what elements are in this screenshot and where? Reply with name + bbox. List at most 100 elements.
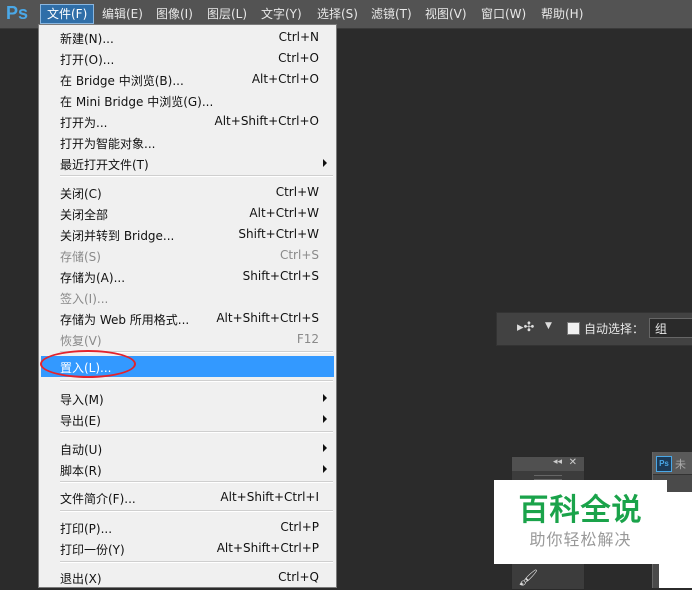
submenu-arrow-icon <box>323 444 327 452</box>
menu-item-shortcut: Alt+Shift+Ctrl+O <box>214 114 319 128</box>
menu-item-label: 退出(X) <box>60 572 102 586</box>
panel-strip-header: ◂◂ ✕ <box>512 457 584 471</box>
menu-item-label: 打印(P)... <box>60 522 113 536</box>
ps-document-icon: Ps <box>656 456 672 472</box>
move-tool-icon[interactable]: ▸✣ <box>517 320 534 335</box>
menu-item-print[interactable]: 打印(P)... Ctrl+P <box>41 517 334 537</box>
menu-item-save-for-web[interactable]: 存储为 Web 所用格式... Alt+Shift+Ctrl+S <box>41 308 334 328</box>
menu-item-shortcut: Ctrl+N <box>278 30 319 44</box>
menu-item-open[interactable]: 打开(O)... Ctrl+O <box>41 48 334 68</box>
options-bar: ▸✣ ▼ 自动选择： 组 <box>496 312 692 346</box>
menu-item-shortcut: Alt+Shift+Ctrl+I <box>220 490 319 504</box>
auto-select-target-select[interactable]: 组 <box>649 318 692 338</box>
menu-item-label: 关闭并转到 Bridge... <box>60 229 175 243</box>
annotation-ellipse <box>40 350 136 378</box>
menu-item-save-as[interactable]: 存储为(A)... Shift+Ctrl+S <box>41 266 334 286</box>
menu-image[interactable]: 图像(I) <box>150 4 199 24</box>
menu-item-shortcut: Shift+Ctrl+W <box>238 227 319 241</box>
menu-item-open-as[interactable]: 打开为... Alt+Shift+Ctrl+O <box>41 111 334 131</box>
menu-item-label: 导出(E) <box>60 414 101 428</box>
menu-item-shortcut: Ctrl+O <box>278 51 319 65</box>
menu-separator <box>60 431 333 433</box>
menu-item-label: 存储为 Web 所用格式... <box>60 313 190 327</box>
menu-item-label: 新建(N)... <box>60 32 114 46</box>
menu-item-export[interactable]: 导出(E) <box>41 409 334 429</box>
menu-edit[interactable]: 编辑(E) <box>96 4 149 24</box>
menu-item-check-in: 签入(I)... <box>41 287 334 307</box>
menu-item-label: 脚本(R) <box>60 464 102 478</box>
close-panel-icon[interactable]: ✕ <box>569 457 577 468</box>
menu-file[interactable]: 文件(F) <box>40 4 95 24</box>
brush-tool-icon[interactable]: 🖌 <box>518 568 538 587</box>
menu-item-revert: 恢复(V) F12 <box>41 329 334 349</box>
menu-separator <box>60 510 333 512</box>
submenu-arrow-icon <box>323 415 327 423</box>
menu-item-open-recent[interactable]: 最近打开文件(T) <box>41 153 334 173</box>
menu-item-label: 打开为智能对象... <box>60 137 156 151</box>
menu-item-shortcut: Ctrl+W <box>275 185 319 199</box>
menu-help[interactable]: 帮助(H) <box>535 4 589 24</box>
collapse-panel-icon[interactable]: ◂◂ <box>553 457 562 467</box>
menu-item-file-info[interactable]: 文件简介(F)... Alt+Shift+Ctrl+I <box>41 487 334 507</box>
auto-select-checkbox[interactable] <box>567 322 580 335</box>
menu-item-label: 关闭全部 <box>60 208 109 222</box>
menu-item-open-smart-object[interactable]: 打开为智能对象... <box>41 132 334 152</box>
menu-item-label: 自动(U) <box>60 443 103 457</box>
menu-item-shortcut: Alt+Shift+Ctrl+S <box>216 311 319 325</box>
menu-item-close[interactable]: 关闭(C) Ctrl+W <box>41 182 334 202</box>
menu-separator <box>60 481 333 483</box>
menu-item-shortcut: F12 <box>296 332 319 346</box>
menu-item-save: 存储(S) Ctrl+S <box>41 245 334 265</box>
menu-filter[interactable]: 滤镜(T) <box>365 4 418 24</box>
menu-type[interactable]: 文字(Y) <box>255 4 308 24</box>
file-menu-dropdown: 新建(N)... Ctrl+N 打开(O)... Ctrl+O 在 Bridge… <box>38 24 337 588</box>
submenu-arrow-icon <box>323 465 327 473</box>
menu-item-label: 签入(I)... <box>60 292 109 306</box>
menu-item-shortcut: Alt+Ctrl+O <box>251 72 319 86</box>
menu-item-label: 存储(S) <box>60 250 101 264</box>
menu-item-import[interactable]: 导入(M) <box>41 388 334 408</box>
menu-item-browse-mini-bridge[interactable]: 在 Mini Bridge 中浏览(G)... <box>41 90 334 110</box>
menu-item-label: 文件简介(F)... <box>60 492 136 506</box>
menu-item-exit[interactable]: 退出(X) Ctrl+Q <box>41 567 334 587</box>
menu-item-shortcut: Ctrl+P <box>280 520 319 534</box>
auto-select-label: 自动选择： <box>584 322 645 336</box>
menu-item-close-go-bridge[interactable]: 关闭并转到 Bridge... Shift+Ctrl+W <box>41 224 334 244</box>
menu-item-label: 最近打开文件(T) <box>60 158 149 172</box>
submenu-arrow-icon <box>323 394 327 402</box>
menu-item-label: 恢复(V) <box>60 334 102 348</box>
menu-item-scripts[interactable]: 脚本(R) <box>41 459 334 479</box>
menu-item-label: 在 Bridge 中浏览(B)... <box>60 74 184 88</box>
menu-window[interactable]: 窗口(W) <box>475 4 532 24</box>
document-tab[interactable]: Ps 未 <box>653 452 692 475</box>
menu-select[interactable]: 选择(S) <box>311 4 364 24</box>
menu-view[interactable]: 视图(V) <box>419 4 473 24</box>
menu-item-close-all[interactable]: 关闭全部 Alt+Ctrl+W <box>41 203 334 223</box>
watermark-logo: 百科全说 助你轻松解决 <box>494 480 667 564</box>
photoshop-logo: Ps <box>6 3 29 23</box>
tool-preset-chevron-icon[interactable]: ▼ <box>545 321 552 331</box>
watermark-title: 百科全说 <box>518 493 643 528</box>
menu-item-browse-bridge[interactable]: 在 Bridge 中浏览(B)... Alt+Ctrl+O <box>41 69 334 89</box>
menu-item-new[interactable]: 新建(N)... Ctrl+N <box>41 27 334 47</box>
menu-item-automate[interactable]: 自动(U) <box>41 438 334 458</box>
watermark-subtitle: 助你轻松解决 <box>529 530 632 549</box>
menu-separator <box>60 175 333 177</box>
menu-separator <box>60 380 333 382</box>
menu-item-shortcut: Ctrl+Q <box>278 570 319 584</box>
menu-item-label: 关闭(C) <box>60 187 102 201</box>
menu-item-print-one[interactable]: 打印一份(Y) Alt+Shift+Ctrl+P <box>41 538 334 558</box>
menu-item-shortcut: Alt+Shift+Ctrl+P <box>216 541 319 555</box>
menu-item-label: 打印一份(Y) <box>60 543 125 557</box>
menu-layer[interactable]: 图层(L) <box>201 4 253 24</box>
menu-item-label: 在 Mini Bridge 中浏览(G)... <box>60 95 214 109</box>
menu-item-label: 打开(O)... <box>60 53 115 67</box>
document-title: 未 <box>675 458 686 471</box>
menu-item-shortcut: Alt+Ctrl+W <box>249 206 319 220</box>
menu-item-label: 存储为(A)... <box>60 271 126 285</box>
menu-item-label: 打开为... <box>60 116 108 130</box>
menu-item-shortcut: Shift+Ctrl+S <box>242 269 319 283</box>
menu-item-label: 导入(M) <box>60 393 104 407</box>
submenu-arrow-icon <box>323 159 327 167</box>
menu-item-shortcut: Ctrl+S <box>279 248 319 262</box>
